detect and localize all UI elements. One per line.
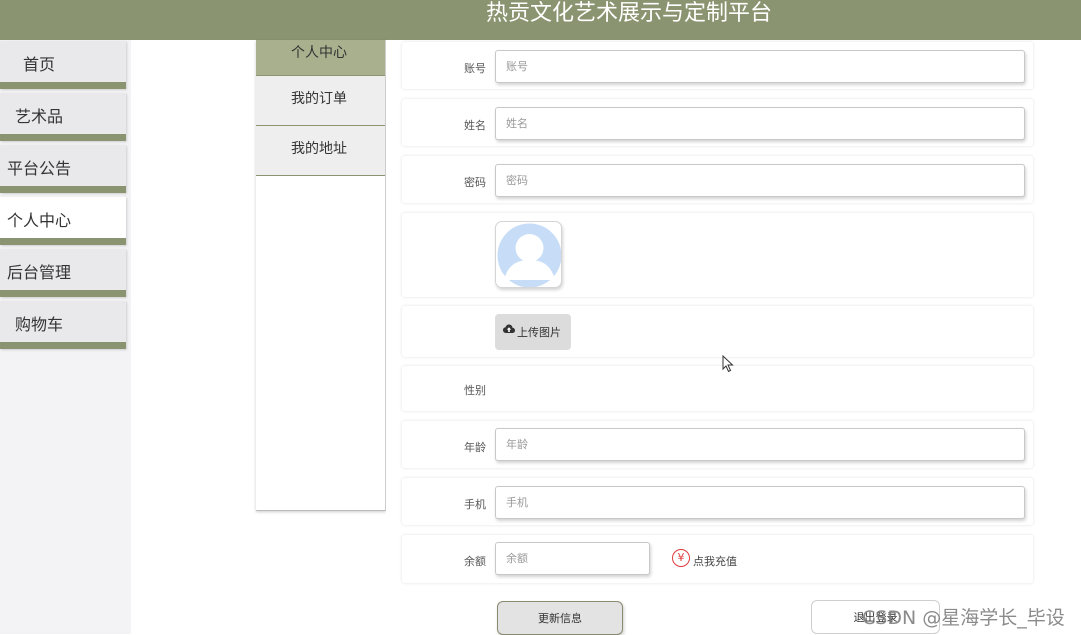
sidebar-item-label: 艺术品: [15, 107, 64, 126]
subnav-item-label: 我的订单: [291, 91, 347, 107]
sidebar-item-label: 平台公告: [7, 159, 72, 178]
top-header: 热贡文化艺术展示与定制平台: [0, 0, 1081, 40]
default-user-avatar-icon[interactable]: [495, 221, 562, 288]
upload-image-label: 上传图片: [517, 326, 561, 339]
form-row-balance: 余额 ¥ 点我充值: [402, 535, 1033, 583]
form-row-avatar: [402, 213, 1033, 297]
sidebar-item-personal-center[interactable]: 个人中心: [0, 197, 126, 245]
subnav-item-label: 我的地址: [291, 141, 347, 157]
sidebar-item-label: 后台管理: [7, 263, 72, 282]
recharge-link[interactable]: 点我充值: [693, 553, 737, 569]
upload-image-button[interactable]: 上传图片: [495, 314, 571, 350]
age-label: 年龄: [464, 441, 486, 454]
sidebar: 首页 艺术品 平台公告 个人中心 后台管理 购物车: [0, 40, 131, 634]
sidebar-item-label: 购物车: [15, 315, 64, 334]
subnav-item-my-address[interactable]: 我的地址: [256, 126, 385, 176]
balance-input[interactable]: [495, 542, 650, 575]
mouse-pointer-icon: [722, 355, 734, 373]
update-info-button[interactable]: 更新信息: [497, 601, 623, 635]
gender-label: 性别: [464, 384, 486, 397]
form-row-upload: 上传图片: [402, 306, 1033, 357]
age-input[interactable]: [495, 428, 1025, 461]
sidebar-item-label: 个人中心: [7, 211, 72, 230]
name-input[interactable]: [495, 107, 1025, 140]
name-label: 姓名: [464, 119, 486, 132]
form-row-phone: 手机: [402, 478, 1033, 525]
phone-label: 手机: [464, 498, 486, 511]
profile-form: 账号 姓名 密码 上传图片 性别 年龄: [386, 40, 1046, 635]
subnav-item-label: 个人中心: [291, 45, 347, 61]
account-input[interactable]: [495, 50, 1025, 83]
sidebar-item-admin[interactable]: 后台管理: [0, 249, 126, 297]
watermark: CSDN @星海学长_毕设: [862, 607, 1065, 629]
sidebar-item-cart[interactable]: 购物车: [0, 301, 126, 349]
subnav-item-my-orders[interactable]: 我的订单: [256, 76, 385, 126]
site-title: 热贡文化艺术展示与定制平台: [486, 1, 773, 26]
form-row-gender: 性别: [402, 366, 1033, 411]
sidebar-item-announcements[interactable]: 平台公告: [0, 145, 126, 193]
password-input[interactable]: [495, 164, 1025, 197]
balance-label: 余额: [464, 555, 486, 568]
subnav-item-personal-center[interactable]: 个人中心: [256, 40, 385, 76]
form-row-name: 姓名: [402, 99, 1033, 146]
sidebar-item-artworks[interactable]: 艺术品: [0, 93, 126, 141]
yen-icon[interactable]: ¥: [672, 549, 690, 567]
password-label: 密码: [464, 176, 486, 189]
phone-input[interactable]: [495, 486, 1025, 519]
sub-navigation: 个人中心 我的订单 我的地址: [256, 40, 386, 511]
form-row-account: 账号: [402, 42, 1033, 89]
cloud-upload-icon: [503, 324, 515, 333]
sidebar-item-home[interactable]: 首页: [0, 41, 126, 89]
form-row-password: 密码: [402, 156, 1033, 203]
sidebar-item-label: 首页: [23, 55, 56, 74]
account-label: 账号: [464, 62, 486, 75]
form-row-age: 年龄: [402, 421, 1033, 468]
